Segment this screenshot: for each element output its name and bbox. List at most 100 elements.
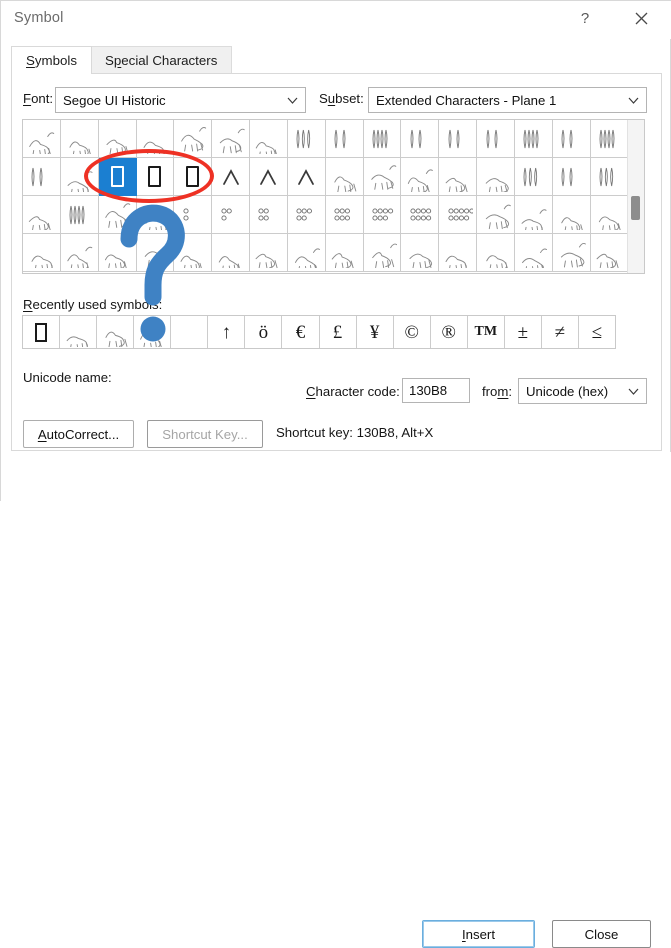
recent-symbol-cell[interactable]: ≠ [542,316,579,348]
character-cell[interactable] [250,120,288,158]
character-cell[interactable] [439,196,478,234]
recent-symbol-cell[interactable] [97,316,135,348]
scrollbar-thumb[interactable] [631,196,640,220]
character-cell[interactable] [477,196,515,234]
character-cell[interactable] [363,196,402,234]
recent-symbol-cell[interactable] [23,316,61,348]
recent-symbol-cell[interactable] [171,316,209,348]
character-cell[interactable] [98,120,137,158]
chevron-down-icon[interactable] [279,88,305,112]
character-grid[interactable] [22,119,645,274]
character-cell[interactable] [287,158,326,196]
character-cell[interactable] [477,120,515,158]
tab-special-characters[interactable]: Sp ecial Characters [90,46,233,74]
help-icon[interactable]: ? [563,1,607,35]
character-cell[interactable] [552,120,591,158]
character-cell[interactable] [136,234,175,272]
character-cell[interactable] [363,234,402,272]
character-cell[interactable] [514,196,553,234]
character-cell[interactable] [60,196,99,234]
chevron-down-icon[interactable] [620,379,646,403]
autocorrect-button[interactable]: AutoCorrect... [23,420,134,448]
insert-button[interactable]: Insert [422,920,535,948]
character-cell[interactable] [60,120,99,158]
character-cell[interactable] [477,158,515,196]
recent-symbol-cell[interactable]: € [282,316,320,348]
character-cell[interactable] [287,196,326,234]
character-cell[interactable] [325,234,364,272]
character-cell[interactable] [363,120,402,158]
character-cell[interactable] [212,120,251,158]
character-cell[interactable] [552,234,591,272]
recent-symbol-cell[interactable]: £ [320,316,357,348]
recent-symbol-cell[interactable]: ® [431,316,468,348]
character-cell[interactable] [590,234,629,272]
character-cell[interactable] [401,196,440,234]
subset-dropdown[interactable]: Extended Characters - Plane 1 [368,87,647,113]
character-cell[interactable] [250,158,288,196]
recent-symbol-cell[interactable] [60,316,98,348]
character-cell[interactable] [590,196,629,234]
character-cell[interactable] [287,120,326,158]
chevron-down-icon[interactable] [620,88,646,112]
character-cell[interactable] [325,158,364,196]
recent-symbol-cell[interactable]: TM [468,316,505,348]
character-cell[interactable] [23,158,61,196]
character-cell-selected[interactable] [98,158,137,196]
character-cell[interactable] [174,196,213,234]
character-cell[interactable] [23,234,61,272]
character-cell[interactable] [477,234,515,272]
character-cell[interactable] [439,120,478,158]
character-cell[interactable] [363,158,402,196]
character-cell[interactable] [552,158,591,196]
character-cell[interactable] [401,120,440,158]
character-grid-scrollbar[interactable] [627,120,644,273]
character-cell[interactable] [136,120,175,158]
recent-symbol-cell[interactable]: ± [505,316,542,348]
font-dropdown[interactable]: Segoe UI Historic [55,87,306,113]
character-cell[interactable] [212,196,251,234]
recent-symbol-cell[interactable]: © [394,316,431,348]
standing-animal-icon [445,255,467,268]
recent-symbol-cell[interactable]: ≤ [579,316,615,348]
tab-symbols[interactable]: Symbols [11,46,92,74]
character-code-input[interactable]: 130B8 [402,378,470,403]
character-cell[interactable] [514,234,553,272]
tab-special-characters-label-post: ecial Characters [121,52,218,68]
character-cell[interactable] [287,234,326,272]
character-cell[interactable] [136,158,175,196]
close-button[interactable]: Close [552,920,651,948]
character-cell[interactable] [552,196,591,234]
character-cell[interactable] [590,158,629,196]
character-cell[interactable] [23,196,61,234]
character-cell[interactable] [325,196,364,234]
character-cell[interactable] [60,234,99,272]
recent-symbol-cell[interactable]: ↑ [208,316,246,348]
character-cell[interactable] [60,158,99,196]
character-cell[interactable] [590,120,629,158]
character-cell[interactable] [439,234,478,272]
character-cell[interactable] [174,234,213,272]
close-icon[interactable] [619,1,663,35]
character-cell[interactable] [174,158,213,196]
from-dropdown[interactable]: Unicode (hex) [518,378,647,404]
recently-used-symbols-grid[interactable]: ↑ ö € £ ¥ © ® TM ± ≠ ≤ [22,315,616,349]
character-cell[interactable] [439,158,478,196]
character-cell[interactable] [514,158,553,196]
character-cell[interactable] [325,120,364,158]
character-cell[interactable] [212,158,251,196]
character-cell[interactable] [23,120,61,158]
recent-symbol-cell[interactable]: ¥ [357,316,394,348]
character-cell[interactable] [250,196,288,234]
recent-symbol-cell[interactable] [134,316,172,348]
character-cell[interactable] [401,234,440,272]
character-cell[interactable] [514,120,553,158]
character-cell[interactable] [212,234,251,272]
character-cell[interactable] [98,234,137,272]
character-cell[interactable] [98,196,137,234]
character-cell[interactable] [174,120,213,158]
character-cell[interactable] [401,158,440,196]
character-cell[interactable] [136,196,175,234]
character-cell[interactable] [250,234,288,272]
recent-symbol-cell[interactable]: ö [245,316,283,348]
